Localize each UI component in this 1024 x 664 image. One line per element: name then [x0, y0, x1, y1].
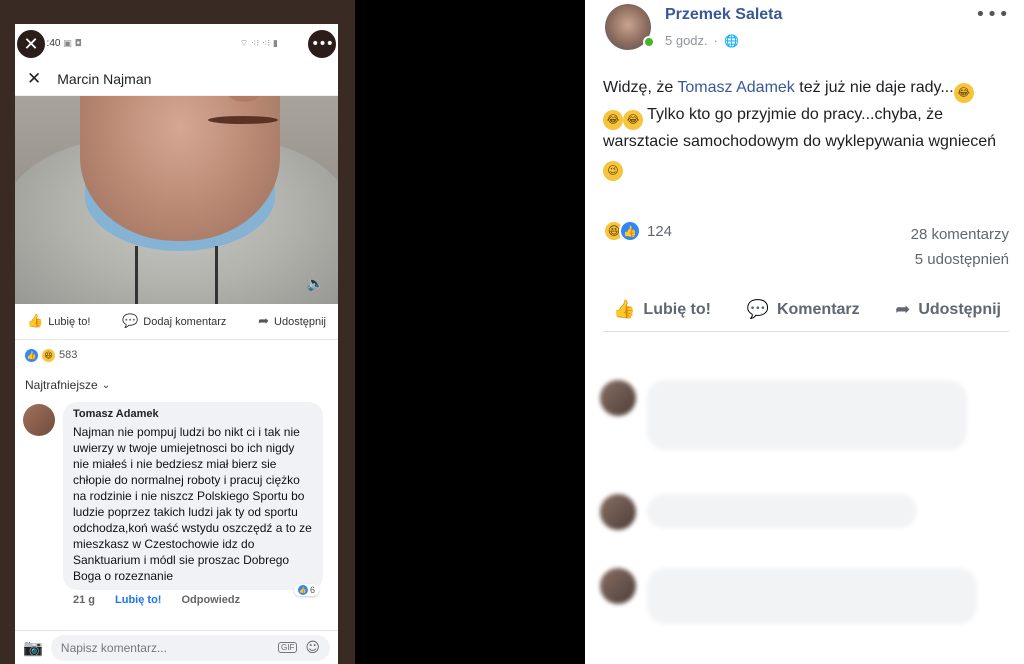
phone-screenshot: ✕ ••• 0:40 ▣ ◘ ⌔ ⁖⁝ ⁖⁝ ▮ ✕ Marcin Najman…	[0, 0, 355, 664]
comment-like-link[interactable]: Lubię to!	[115, 594, 161, 606]
comment-like-count: 6	[309, 585, 315, 595]
post-stats: 😆 👍 124 28 komentarzy 5 udostępnień	[603, 220, 1009, 280]
post-text: Widzę, że Tomasz Adamek też już nie daje…	[603, 76, 1008, 181]
share-label: Udostępnij	[274, 315, 326, 328]
volume-icon[interactable]: 🔈	[307, 276, 324, 292]
avatar[interactable]	[23, 404, 55, 436]
comment-bubble	[647, 568, 977, 624]
comment-icon: 💬	[122, 314, 139, 329]
share-icon: ➦	[895, 299, 911, 320]
post-actions-bar: 👍 Lubię to! 💬 Komentarz ➦ Udostępnij	[603, 288, 1009, 332]
like-reaction-icon: 👍	[297, 585, 308, 595]
like-label: Lubię to!	[643, 300, 711, 318]
sort-label: Najtrafniejsze	[25, 378, 98, 392]
comment-button[interactable]: 💬 Komentarz	[747, 299, 860, 320]
phone-screen: 0:40 ▣ ◘ ⌔ ⁖⁝ ⁖⁝ ▮ ✕ Marcin Najman 🔈 👍 L…	[15, 24, 338, 664]
share-label: Udostępnij	[918, 300, 1001, 318]
comment-bubble: Tomasz Adamek Najman nie pompuj ludzi bo…	[63, 402, 323, 596]
comment-meta: 21 g Lubię to! Odpowiedz	[15, 590, 338, 606]
comments-count[interactable]: 28 komentarzy	[911, 222, 1009, 247]
like-label: Lubię to!	[48, 315, 91, 328]
facebook-post: Przemek Saleta 5 godz. · 🌐 ••• Widzę, że…	[585, 0, 1024, 664]
winking-emoji-icon: 😉	[603, 161, 623, 181]
avatar[interactable]	[600, 568, 636, 604]
overlay-close-button[interactable]: ✕	[15, 28, 47, 60]
blurred-comments-section	[585, 334, 1024, 664]
comment-reply-link[interactable]: Odpowiedz	[181, 594, 240, 606]
video-owner-name[interactable]: Marcin Najman	[57, 71, 151, 87]
reactions-summary[interactable]: 😆 👍 124	[603, 220, 672, 242]
comment-item: Tomasz Adamek Najman nie pompuj ludzi bo…	[15, 402, 338, 596]
comment-bubble	[647, 380, 967, 450]
avatar[interactable]	[600, 494, 636, 530]
comment-author[interactable]: Tomasz Adamek	[73, 408, 313, 420]
comment-label: Dodaj komentarz	[143, 315, 227, 328]
comment-like-badge[interactable]: 👍 6	[293, 584, 319, 596]
overlay-more-button[interactable]: •••	[306, 28, 338, 60]
share-icon: ➦	[258, 314, 270, 329]
comment-sort-dropdown[interactable]: Najtrafniejsze ⌄	[15, 370, 338, 400]
laughing-emoji-icon: 😂	[623, 110, 643, 130]
comment-text: Najman nie pompuj ludzi bo nikt ci i tak…	[73, 425, 312, 583]
close-icon[interactable]: ✕	[27, 69, 41, 89]
post-text-part: Widzę, że	[603, 79, 678, 96]
status-notification-icons: ▣ ◘	[63, 38, 82, 49]
thumbs-up-icon: 👍	[27, 314, 44, 329]
mention-link[interactable]: Tomasz Adamek	[677, 79, 794, 96]
video-actions-bar: 👍 Lubię to! 💬 Dodaj komentarz ➦ Udostępn…	[15, 304, 338, 340]
shares-count[interactable]: 5 udostępnień	[911, 247, 1009, 272]
chevron-down-icon: ⌄	[101, 379, 111, 391]
laughing-emoji-icon: 😂	[603, 110, 623, 130]
post-text-part: Tylko kto go przyjmie do pracy...chyba, …	[603, 106, 997, 150]
globe-icon: 🌐	[724, 33, 739, 48]
post-timestamp: 5 godz. · 🌐	[665, 33, 739, 48]
post-author[interactable]: Przemek Saleta	[665, 6, 782, 24]
status-signal-icons: ⌔ ⁖⁝ ⁖⁝ ▮	[239, 38, 278, 49]
laughing-emoji-icon: 😂	[953, 83, 974, 103]
reactions-count: 124	[647, 222, 673, 240]
emoji-icon[interactable]: ☺	[305, 640, 320, 656]
haha-reaction-icon: 😆	[42, 348, 55, 362]
thumbs-up-icon: 👍	[613, 299, 636, 320]
comment-input-placeholder: Napisz komentarz...	[60, 640, 167, 655]
comment-label: Komentarz	[776, 300, 860, 318]
video-player[interactable]: 🔈	[15, 96, 338, 304]
comment-bubble	[647, 494, 917, 528]
avatar[interactable]	[600, 380, 636, 416]
reactions-count: 583	[59, 349, 78, 361]
like-reaction-icon: 👍	[25, 348, 38, 362]
like-button[interactable]: 👍 Lubię to!	[27, 314, 90, 329]
share-button[interactable]: ➦ Udostępnij	[258, 314, 326, 329]
comment-icon: 💬	[746, 299, 769, 320]
gif-button[interactable]: GIF	[278, 642, 298, 653]
comment-composer: 📷 Napisz komentarz... GIF ☺	[15, 630, 338, 664]
post-text-part: też już nie daje rady...	[794, 79, 954, 96]
like-reaction-icon: 👍	[619, 220, 641, 242]
video-header: ✕ Marcin Najman	[15, 62, 338, 96]
comment-input[interactable]: Napisz komentarz... GIF ☺	[50, 634, 330, 661]
more-options-icon: •••	[311, 36, 334, 52]
status-bar: 0:40 ▣ ◘ ⌔ ⁖⁝ ⁖⁝ ▮	[15, 24, 338, 62]
post-time[interactable]: 5 godz.	[665, 33, 708, 48]
reactions-summary[interactable]: 👍 😆 583	[15, 340, 338, 370]
share-button[interactable]: ➦ Udostępnij	[895, 299, 1001, 320]
like-button[interactable]: 👍 Lubię to!	[613, 299, 711, 320]
camera-icon[interactable]: 📷	[23, 638, 43, 657]
online-status-indicator	[643, 36, 655, 48]
close-icon: ✕	[23, 33, 39, 55]
add-comment-button[interactable]: 💬 Dodaj komentarz	[122, 314, 226, 329]
comment-time: 21 g	[73, 594, 96, 606]
post-header: Przemek Saleta 5 godz. · 🌐 •••	[585, 0, 1024, 58]
engagement-counts: 28 komentarzy 5 udostępnień	[911, 222, 1009, 272]
post-more-options-icon[interactable]: •••	[975, 4, 1010, 25]
